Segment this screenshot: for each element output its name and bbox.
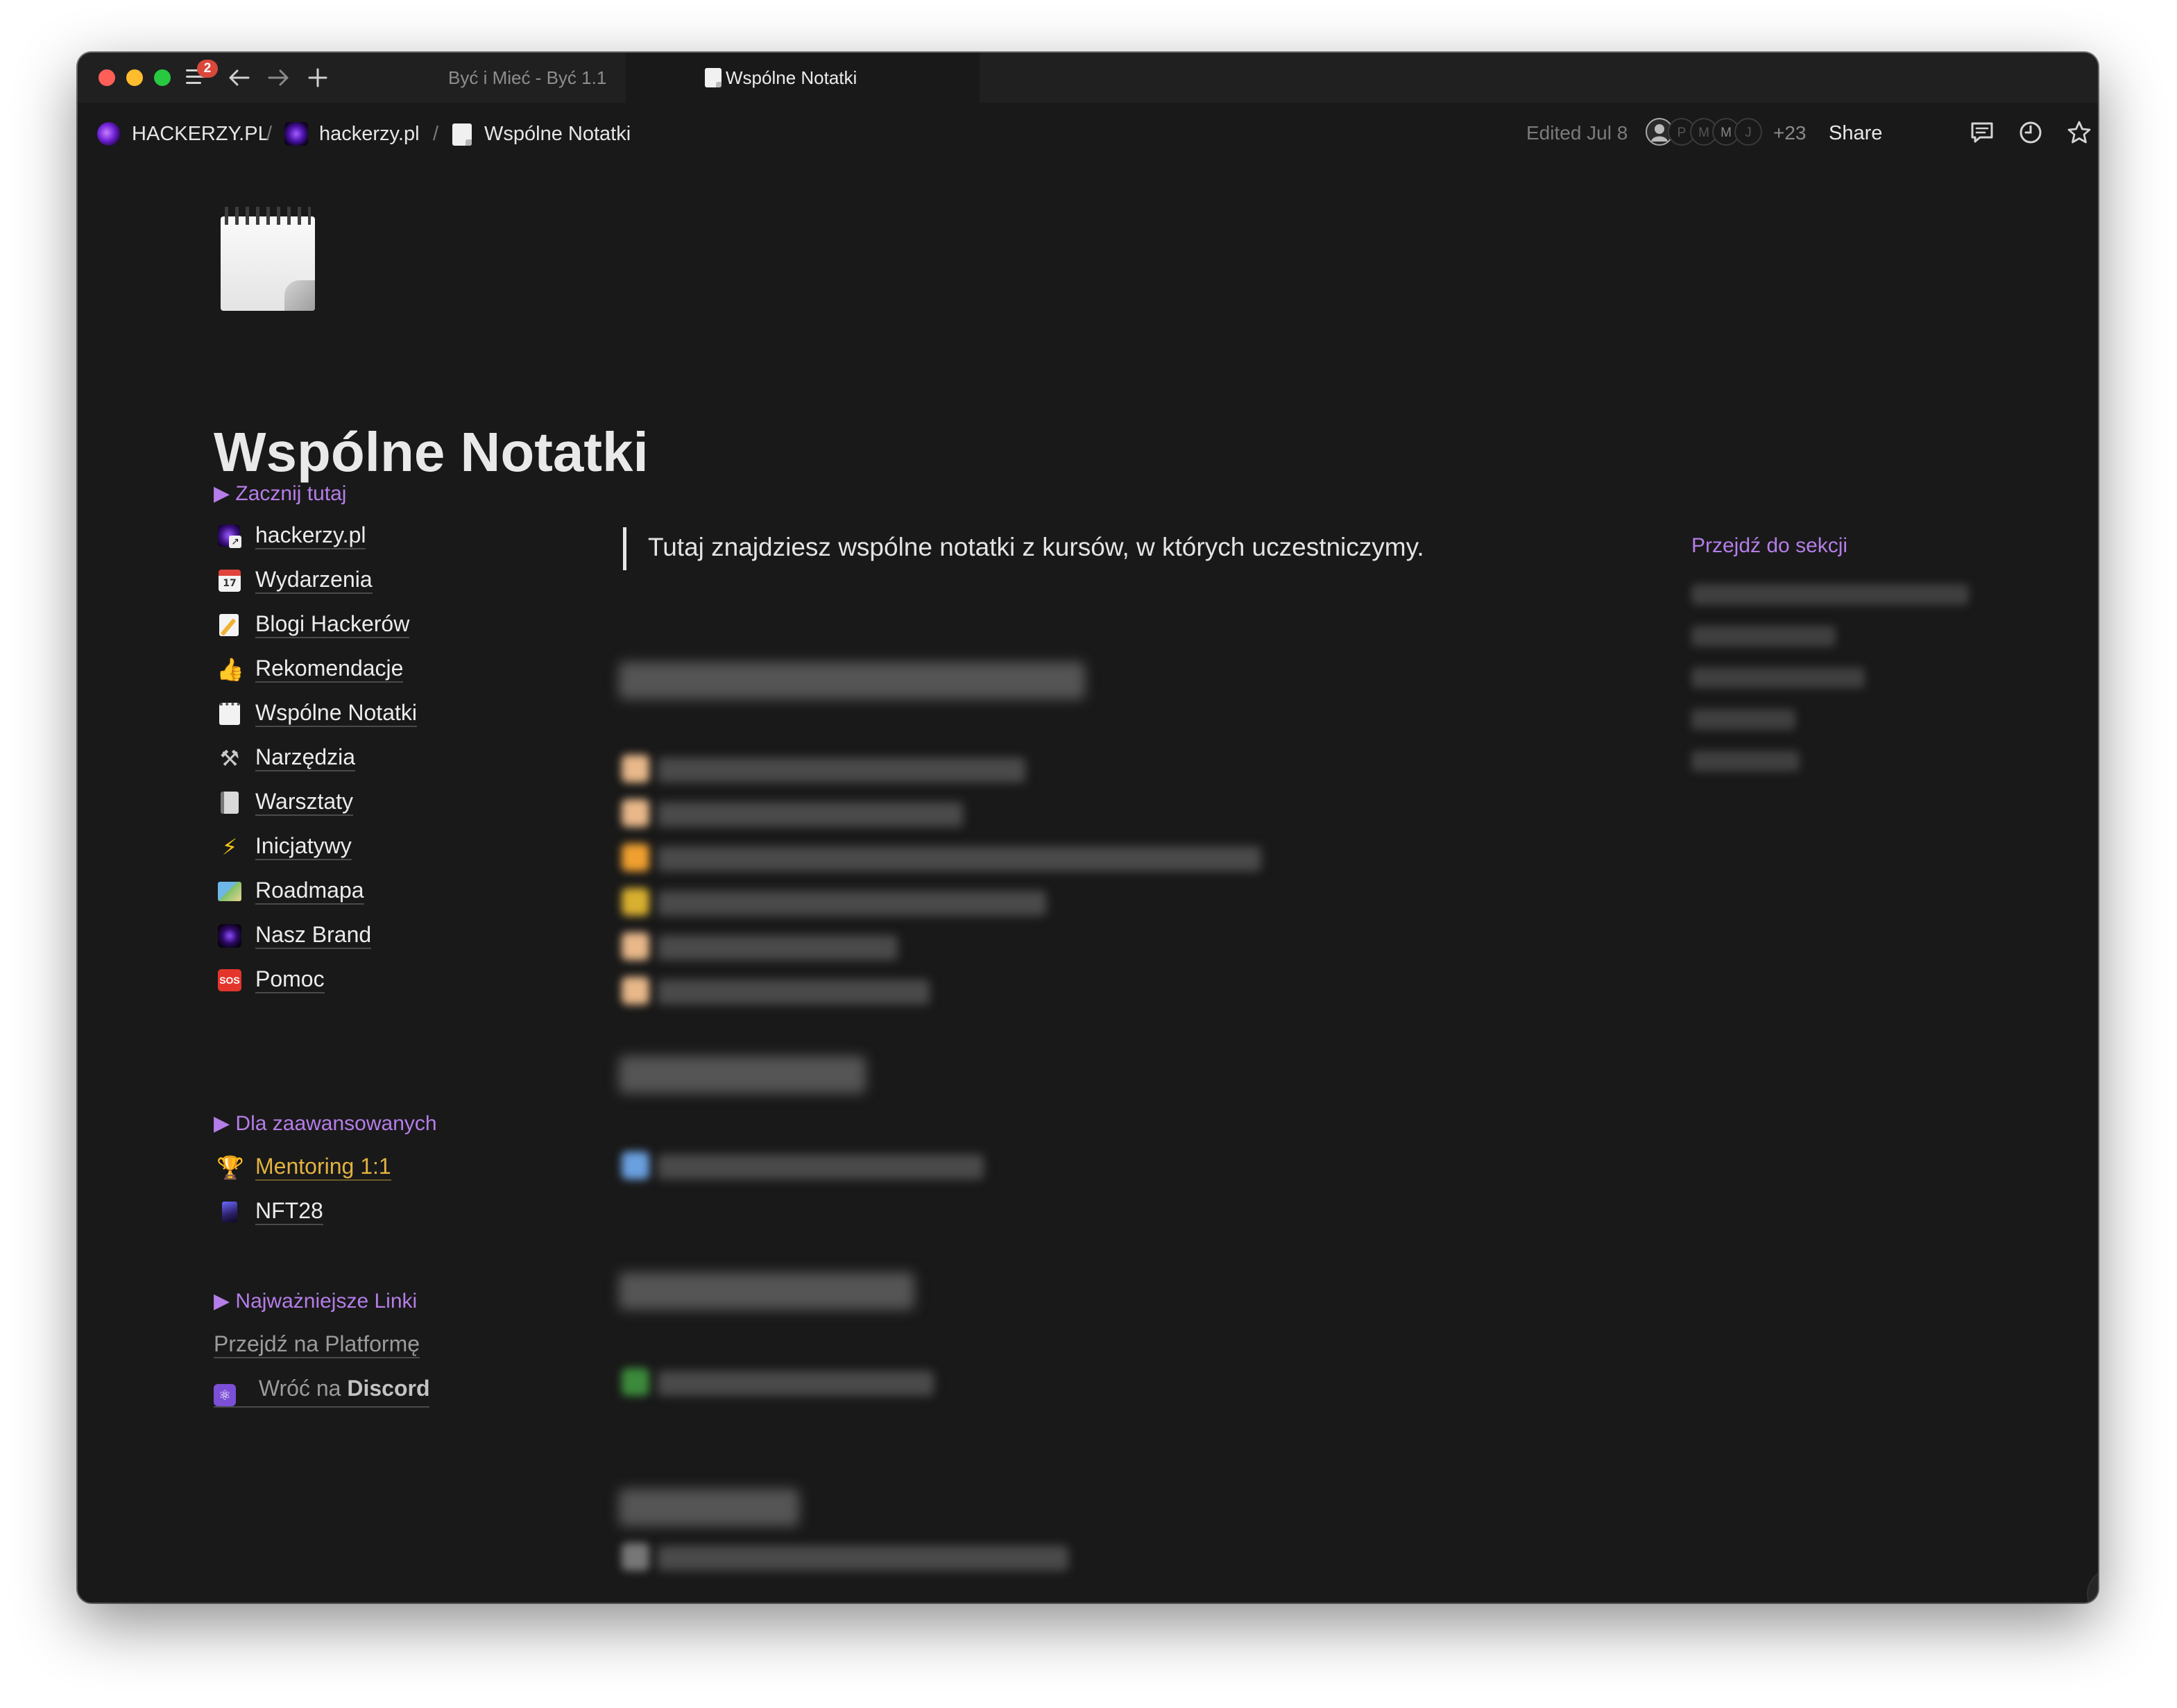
toggle-najwazniejsze-linki[interactable]: ▶ Najważniejsze Linki	[214, 1289, 417, 1313]
note-icon-blurred	[622, 1543, 649, 1571]
nav-item-label: Pomoc	[255, 966, 325, 993]
note-link-blurred[interactable]	[658, 758, 1025, 783]
note-icon-blurred	[622, 932, 649, 960]
nav-item-label: Wspólne Notatki	[255, 699, 417, 727]
nav-item-label: hackerzy.pl	[255, 522, 366, 549]
note-link-blurred[interactable]	[658, 891, 1046, 916]
toc-link-blurred[interactable]	[1691, 626, 1836, 647]
sos-icon: SOS	[216, 967, 243, 993]
breadcrumb-hackerzy-workspace[interactable]: HACKERZY.PL	[132, 122, 269, 146]
minimize-window-button[interactable]	[126, 69, 143, 86]
page-title[interactable]: Wspólne Notatki	[214, 420, 649, 484]
section-heading-blurred	[619, 1489, 799, 1526]
note-link-blurred[interactable]	[658, 1371, 934, 1396]
note-icon-blurred	[622, 799, 649, 827]
share-button[interactable]: Share	[1829, 122, 1882, 145]
comments-icon[interactable]	[1969, 119, 1995, 146]
note-icon-blurred	[622, 977, 649, 1005]
section-heading-blurred	[619, 662, 1085, 699]
note-icon-blurred	[622, 755, 649, 783]
note-link-blurred[interactable]	[658, 1546, 1068, 1571]
forward-arrow-icon[interactable]	[266, 67, 290, 89]
ai-assistant-button[interactable]: ✦	[2088, 1569, 2098, 1603]
note-link-blurred[interactable]	[658, 935, 898, 960]
nav-item-label: Wydarzenia	[255, 566, 373, 594]
discord-logo-icon: ⚛	[214, 1384, 236, 1406]
brand-logo-icon	[216, 923, 243, 949]
notepad-icon	[221, 216, 315, 311]
trophy-icon: 🏆	[216, 1154, 244, 1181]
toggle-dla-zaawansowanych[interactable]: ▶ Dla zaawansowanych	[214, 1111, 437, 1136]
discord-link-prefix: Wróć na	[258, 1376, 341, 1401]
notepad-icon	[705, 68, 722, 87]
close-window-button[interactable]	[99, 69, 115, 86]
notepad-icon	[216, 701, 243, 727]
calendar-icon: 17	[216, 567, 243, 594]
nav-item-label: Roadmapa	[255, 877, 364, 905]
nav-item-label: Mentoring 1:1	[255, 1153, 391, 1181]
app-window: 2 Być i Mieć - Być 1.1 Wspólne Notatki H…	[78, 53, 2098, 1603]
nav-item-label: Rekomendacje	[255, 655, 404, 683]
discord-link[interactable]: ⚛ Wróć na Discord	[214, 1375, 430, 1408]
note-icon-blurred	[622, 888, 649, 916]
history-clock-icon[interactable]	[2017, 119, 2044, 146]
note-link-blurred[interactable]	[658, 846, 1261, 871]
hackerzy-logo-icon	[97, 122, 121, 146]
discord-link-name: Discord	[347, 1376, 430, 1401]
quote-bar	[623, 527, 626, 570]
memo-icon	[216, 612, 243, 638]
section-heading-blurred	[619, 1056, 866, 1093]
toc-link-blurred[interactable]	[1691, 667, 1865, 688]
nav-item-label: Nasz Brand	[255, 921, 372, 949]
toc-link-blurred[interactable]	[1691, 584, 1969, 605]
platform-link[interactable]: Przejdź na Platformę	[214, 1331, 420, 1358]
hackerzy-link-icon: ↗	[216, 523, 243, 549]
toc-link-blurred[interactable]	[1691, 709, 1795, 730]
tab-byc-i-miec[interactable]: Być i Mieć - Być 1.1	[359, 53, 630, 103]
breadcrumb-separator: /	[433, 123, 439, 145]
toggle-zacznij-tutaj[interactable]: ▶ Zacznij tutaj	[214, 481, 346, 506]
intro-quote[interactable]: Tutaj znajdziesz wspólne notatki z kursó…	[648, 533, 1424, 562]
nft-icon	[216, 1199, 243, 1225]
tab-label: Być i Mieć - Być 1.1	[448, 67, 607, 88]
breadcrumb-current-page[interactable]: Wspólne Notatki	[484, 122, 631, 146]
hammer-pick-icon: ⚒	[219, 745, 240, 771]
back-arrow-icon[interactable]	[228, 67, 251, 89]
toc-link-blurred[interactable]	[1691, 751, 1800, 771]
nav-item-label: NFT28	[255, 1197, 323, 1225]
favorite-star-icon[interactable]	[2066, 119, 2092, 146]
notepad-spiral	[225, 207, 311, 225]
avatar[interactable]: J	[1734, 118, 1762, 146]
zoom-window-button[interactable]	[154, 69, 171, 86]
last-edited-label[interactable]: Edited Jul 8	[1526, 122, 1628, 144]
thumbs-up-icon: 👍	[216, 656, 244, 683]
notification-badge: 2	[197, 60, 218, 78]
note-link-blurred[interactable]	[658, 802, 963, 827]
map-icon	[216, 878, 243, 905]
toc-heading: Przejdź do sekcji	[1691, 534, 1848, 557]
more-collaborators-count[interactable]: +23	[1773, 122, 1807, 144]
nav-item-label: Warsztaty	[255, 788, 354, 816]
nav-item-label: Inicjatywy	[255, 832, 352, 860]
note-icon-blurred	[622, 1368, 649, 1396]
note-link-blurred[interactable]	[658, 1154, 984, 1179]
breadcrumb-hackerzy-pl[interactable]: hackerzy.pl	[319, 122, 420, 146]
note-icon-blurred	[622, 844, 649, 871]
calendar-tearoff-icon	[216, 789, 243, 816]
tab-label: Wspólne Notatki	[726, 67, 857, 88]
nav-item-label: Narzędzia	[255, 744, 356, 771]
tab-bar: 2 Być i Mieć - Być 1.1 Wspólne Notatki	[78, 53, 2098, 103]
lightning-icon: ⚡	[221, 834, 238, 860]
tab-wspolne-notatki[interactable]: Wspólne Notatki	[626, 53, 980, 103]
notepad-icon	[452, 123, 472, 146]
note-link-blurred[interactable]	[658, 980, 930, 1005]
section-heading-blurred	[619, 1272, 914, 1310]
note-icon-blurred	[622, 1152, 649, 1179]
new-tab-plus-icon[interactable]	[307, 67, 329, 89]
page-icon-notepad[interactable]	[221, 207, 315, 311]
hackerzy-square-icon	[284, 122, 308, 146]
nav-item-label: Blogi Hackerów	[255, 610, 410, 638]
breadcrumb-separator: /	[266, 123, 273, 145]
